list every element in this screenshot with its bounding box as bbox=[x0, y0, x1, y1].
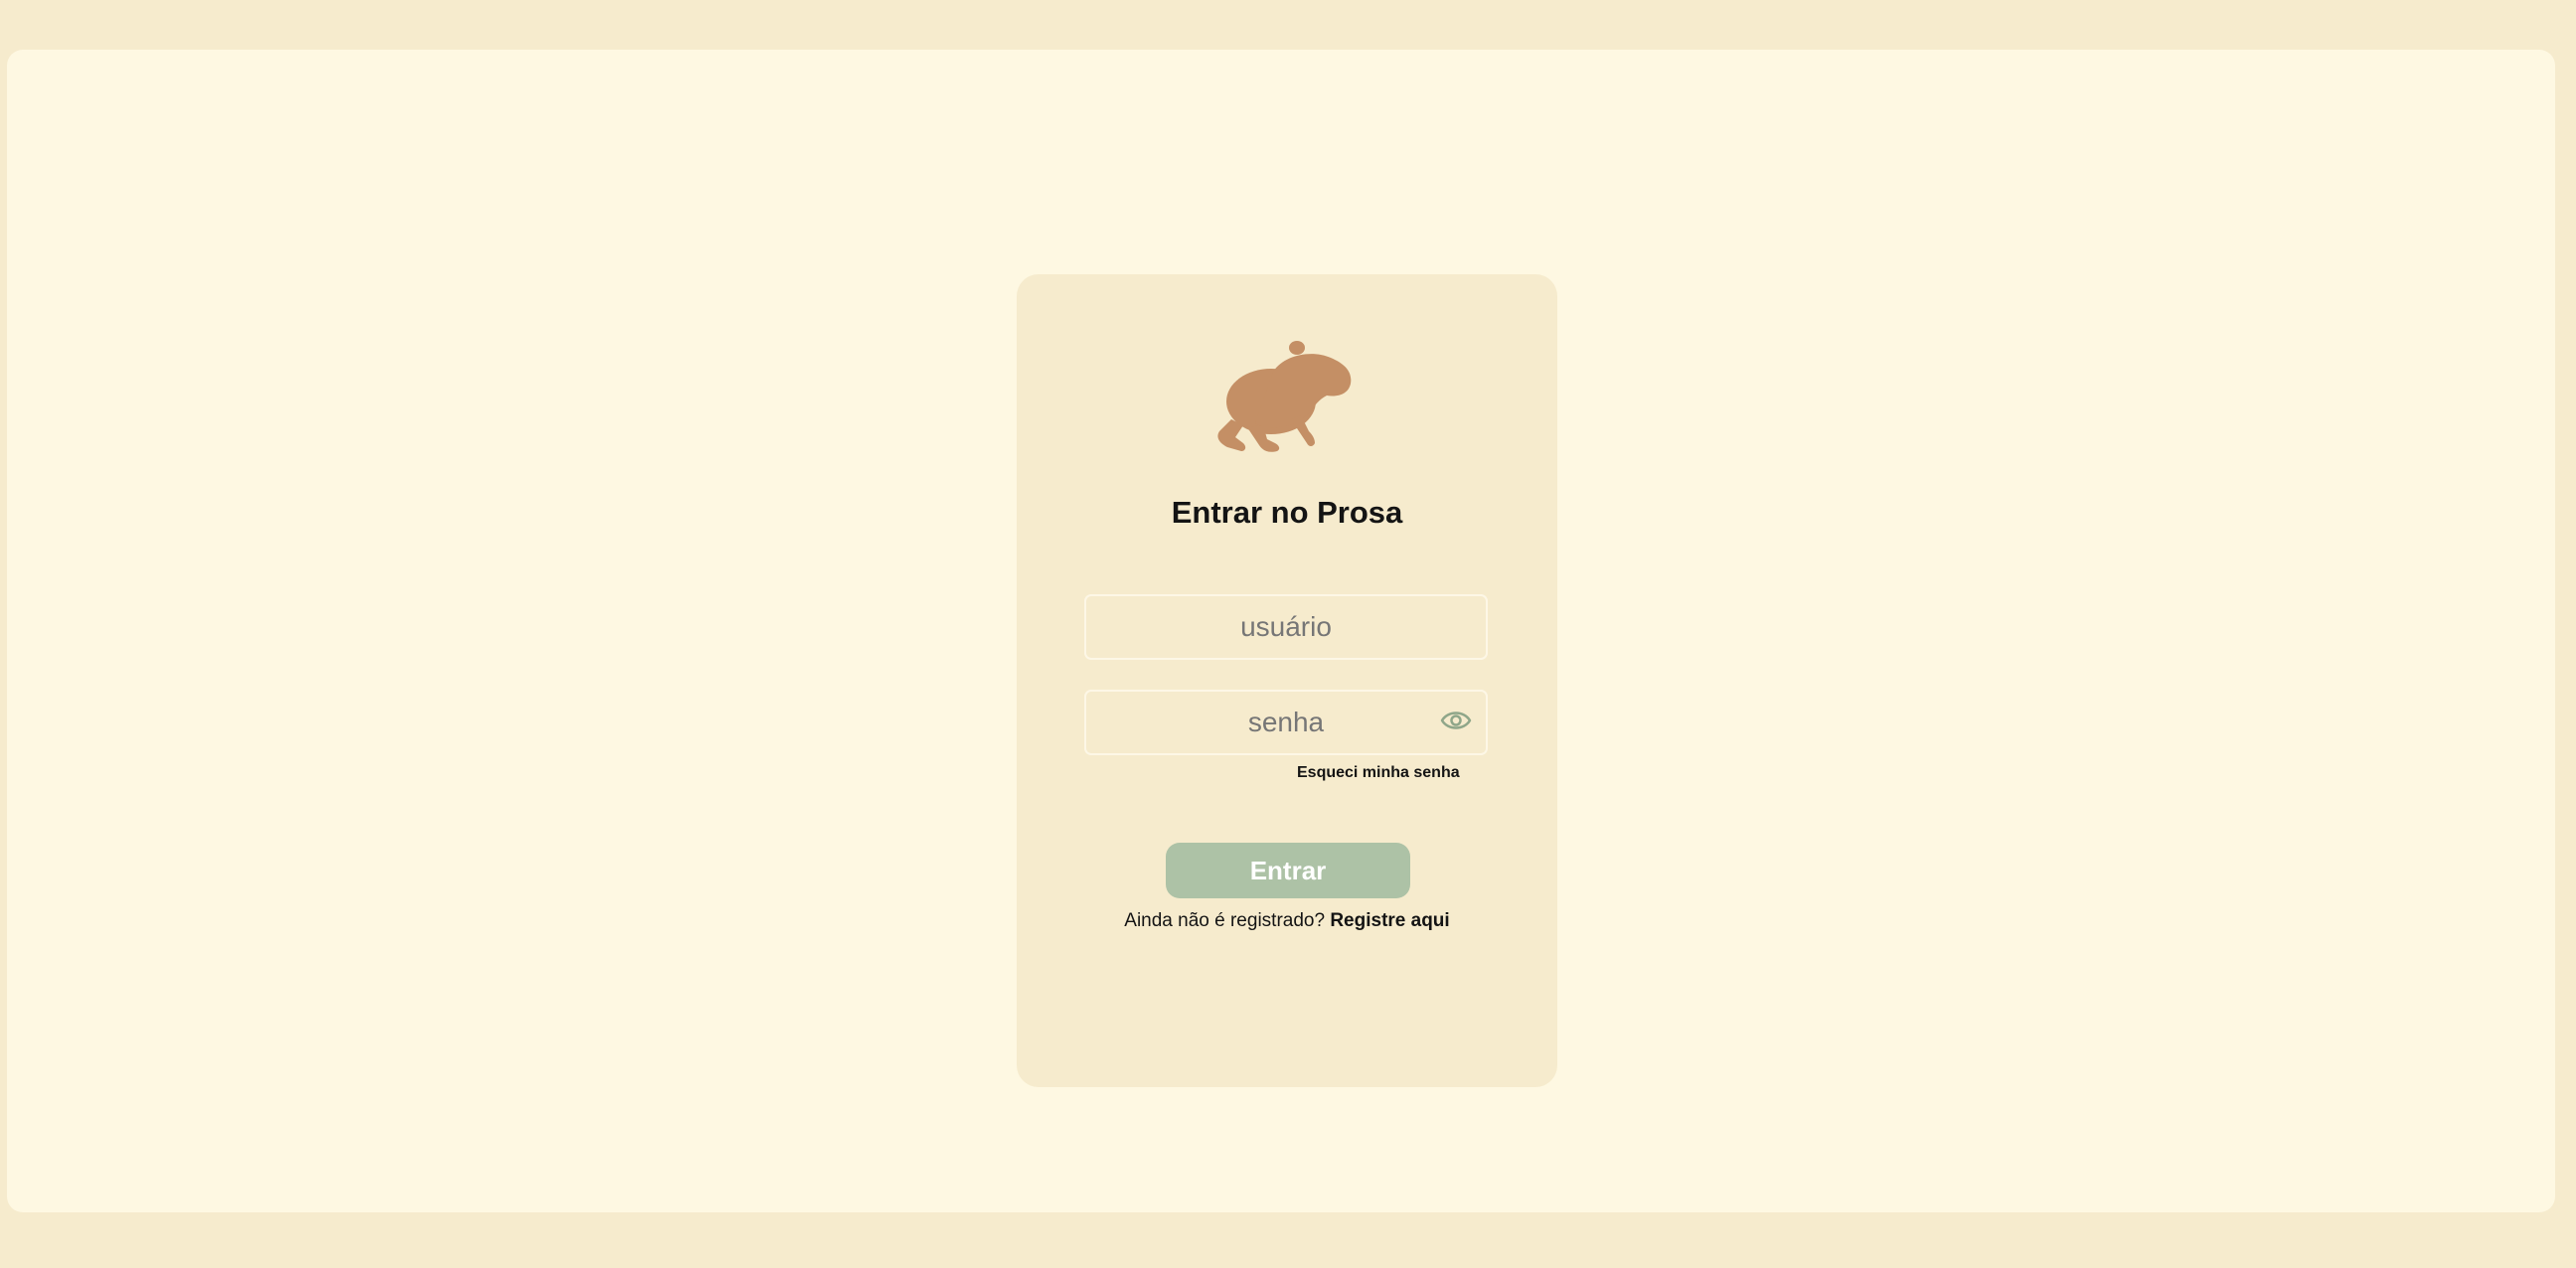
username-field[interactable] bbox=[1084, 594, 1488, 660]
password-field[interactable] bbox=[1084, 690, 1488, 755]
register-prompt: Ainda não é registrado? bbox=[1124, 910, 1326, 931]
password-input[interactable] bbox=[1086, 692, 1486, 753]
register-link[interactable]: Registre aqui bbox=[1330, 910, 1449, 931]
page-panel: Entrar no Prosa Esqueci minha senha Entr… bbox=[7, 50, 2555, 1212]
forgot-password-link[interactable]: Esqueci minha senha bbox=[1297, 764, 1460, 782]
register-line: Ainda não é registrado? Registre aqui bbox=[1017, 910, 1557, 932]
capybara-icon bbox=[1215, 340, 1359, 453]
login-card: Entrar no Prosa Esqueci minha senha Entr… bbox=[1017, 274, 1557, 1087]
page-title: Entrar no Prosa bbox=[1171, 495, 1403, 530]
username-input[interactable] bbox=[1086, 596, 1486, 658]
eye-icon[interactable] bbox=[1440, 706, 1472, 735]
login-button[interactable]: Entrar bbox=[1166, 843, 1410, 898]
